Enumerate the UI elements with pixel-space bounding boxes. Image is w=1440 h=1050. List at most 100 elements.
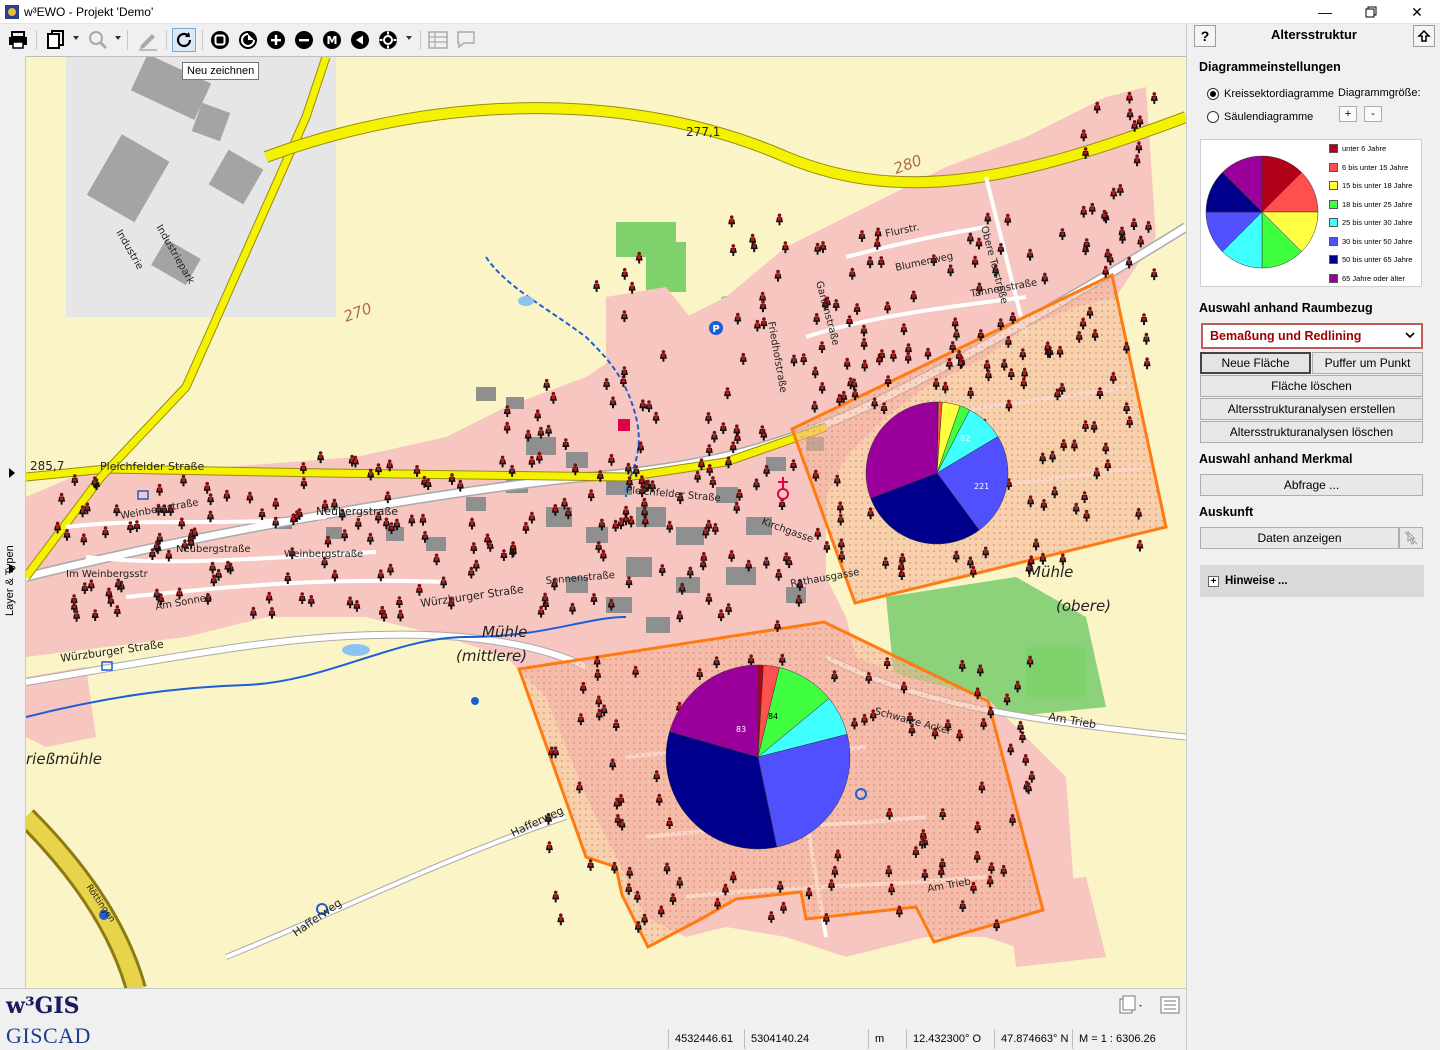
resident-icon[interactable]: [543, 378, 551, 391]
copy-dropdown-icon[interactable]: [73, 36, 79, 40]
restore-icon[interactable]: [1348, 0, 1394, 24]
layer-select-value: Bemaßung und Redlining: [1210, 329, 1362, 343]
measure-icon[interactable]: M: [320, 28, 344, 52]
parking-icon[interactable]: P: [709, 321, 723, 335]
layer-panel-toggle[interactable]: Layer & Typen: [0, 56, 26, 988]
diagram-settings-heading: Diagrammeinstellungen: [1199, 60, 1341, 74]
resident-icon[interactable]: [1150, 268, 1158, 281]
resident-icon[interactable]: [749, 233, 757, 246]
close-icon[interactable]: ✕: [1394, 0, 1440, 24]
navigation-dropdown-icon[interactable]: [406, 36, 412, 40]
query-button[interactable]: Abfrage ...: [1200, 474, 1423, 496]
legend-label: 25 bis unter 30 Jahre: [1342, 218, 1413, 227]
list-view-icon[interactable]: [1158, 993, 1182, 1017]
pan-all-icon[interactable]: [376, 28, 400, 52]
resident-icon[interactable]: [621, 267, 629, 280]
layers-icon[interactable]: [1116, 993, 1146, 1017]
resident-icon[interactable]: [729, 244, 737, 256]
latitude: 47.874663° N: [994, 1029, 1074, 1049]
table-icon[interactable]: [426, 28, 450, 52]
layer-select[interactable]: Bemaßung und Redlining: [1201, 323, 1423, 349]
info-tool-icon[interactable]: [1399, 527, 1423, 549]
zoom-full-icon[interactable]: [208, 28, 232, 52]
scale-label: M = 1 : 6306.26: [1072, 1029, 1162, 1049]
comment-icon[interactable]: [454, 28, 478, 52]
search-dropdown-icon[interactable]: [115, 36, 121, 40]
legend-item: 65 Jahre oder älter: [1329, 273, 1405, 283]
edit-icon[interactable]: [136, 28, 160, 52]
zoom-out-icon[interactable]: [292, 28, 316, 52]
giscad-logo: GISCAD: [6, 1023, 91, 1048]
map-label: Neubergstraße: [316, 505, 398, 518]
legend-swatch: [1329, 144, 1338, 153]
delete-area-button[interactable]: Fläche löschen: [1200, 375, 1423, 397]
legend-item: 15 bis unter 18 Jahre: [1329, 181, 1412, 190]
spatial-selection-heading: Auswahl anhand Raumbezug: [1199, 301, 1373, 315]
building-marker-icon[interactable]: [618, 419, 630, 431]
expand-arrow-icon[interactable]: [9, 564, 15, 574]
radio-pie-chart[interactable]: Kreissektordiagramme: [1207, 88, 1334, 100]
size-increase-button[interactable]: +: [1339, 106, 1357, 122]
resident-icon[interactable]: [728, 215, 736, 228]
legend-label: 50 bis unter 65 Jahre: [1342, 255, 1413, 264]
size-decrease-button[interactable]: -: [1364, 106, 1382, 122]
map-label: Im Weinbergsstr: [66, 569, 149, 580]
resident-icon[interactable]: [776, 213, 783, 226]
create-analyses-button[interactable]: Altersstrukturanalysen erstellen: [1200, 398, 1423, 420]
radio-unselected-icon[interactable]: [1207, 111, 1219, 123]
zoom-search-icon[interactable]: [86, 28, 110, 52]
resident-icon[interactable]: [1143, 357, 1151, 370]
coord-x: 4532446.61: [668, 1029, 739, 1049]
age-structure-panel: ? Altersstruktur Diagrammeinstellungen K…: [1186, 24, 1440, 1050]
scale-value: 6306.26: [1116, 1033, 1156, 1045]
radio-pie-label: Kreissektordiagramme: [1224, 88, 1335, 100]
show-data-button[interactable]: Daten anzeigen: [1200, 527, 1399, 549]
new-area-button[interactable]: Neue Fläche: [1200, 352, 1311, 374]
resident-icon[interactable]: [557, 913, 565, 926]
chevron-down-icon[interactable]: [1405, 330, 1415, 340]
layer-types-label: Layer & Typen: [4, 545, 16, 616]
hints-section[interactable]: + Hinweise ...: [1200, 565, 1424, 597]
expand-arrow-icon[interactable]: [9, 468, 15, 478]
redraw-icon[interactable]: [172, 28, 196, 52]
resident-icon[interactable]: [593, 280, 601, 292]
legend-item: 6 bis unter 15 Jahre: [1329, 162, 1408, 172]
resident-icon[interactable]: [1136, 539, 1144, 552]
radio-selected-icon[interactable]: [1207, 88, 1219, 100]
resident-icon[interactable]: [545, 841, 553, 854]
map-canvas[interactable]: P 277,1 280 270 285,7 Pleichfelder Straß…: [26, 56, 1186, 988]
attribute-selection-heading: Auswahl anhand Merkmal: [1199, 452, 1353, 466]
legend-item: 18 bis unter 25 Jahre: [1329, 199, 1413, 209]
map-label: Mühle: [1028, 563, 1073, 581]
zoom-in-icon[interactable]: [264, 28, 288, 52]
radio-bar-chart[interactable]: Säulendiagramme: [1207, 111, 1313, 123]
resident-icon[interactable]: [552, 890, 560, 903]
map-label: Pleichfelder Straße: [100, 460, 204, 473]
resident-icon[interactable]: [1150, 92, 1158, 104]
zoom-previous-icon[interactable]: [236, 28, 260, 52]
map-label: 285,7: [30, 459, 64, 473]
pie-value-label: 83: [736, 725, 746, 734]
tooltip-redraw: Neu zeichnen: [182, 62, 260, 80]
longitude: 12.432300° O: [906, 1029, 987, 1049]
expand-plus-icon[interactable]: +: [1208, 575, 1219, 587]
legend-label: 18 bis unter 25 Jahre: [1342, 199, 1413, 209]
map-toolbar: M: [0, 24, 1186, 56]
map-svg[interactable]: P 277,1 280 270 285,7 Pleichfelder Straß…: [26, 57, 1186, 988]
print-icon[interactable]: [6, 28, 30, 52]
map-label: (mittlere): [456, 647, 527, 665]
status-bar: w³GIS GISCAD 4532446.61 5304140.24 m 12.…: [0, 988, 1186, 1050]
buffer-point-button[interactable]: Puffer um Punkt: [1312, 352, 1423, 374]
coord-unit: m: [868, 1029, 890, 1049]
resident-icon[interactable]: [1140, 313, 1148, 325]
resident-icon[interactable]: [1142, 332, 1150, 345]
delete-analyses-button[interactable]: Altersstrukturanalysen löschen: [1200, 421, 1423, 443]
copy-icon[interactable]: [44, 28, 68, 52]
undock-icon[interactable]: [1413, 25, 1435, 47]
svg-text:M: M: [327, 34, 338, 47]
age-legend: unter 6 Jahre 6 bis unter 15 Jahre 15 bis …: [1200, 139, 1422, 287]
minimize-icon[interactable]: —: [1302, 0, 1348, 24]
resident-icon[interactable]: [628, 281, 636, 294]
map-label: rießmühle: [26, 750, 102, 768]
pan-back-icon[interactable]: [348, 28, 372, 52]
